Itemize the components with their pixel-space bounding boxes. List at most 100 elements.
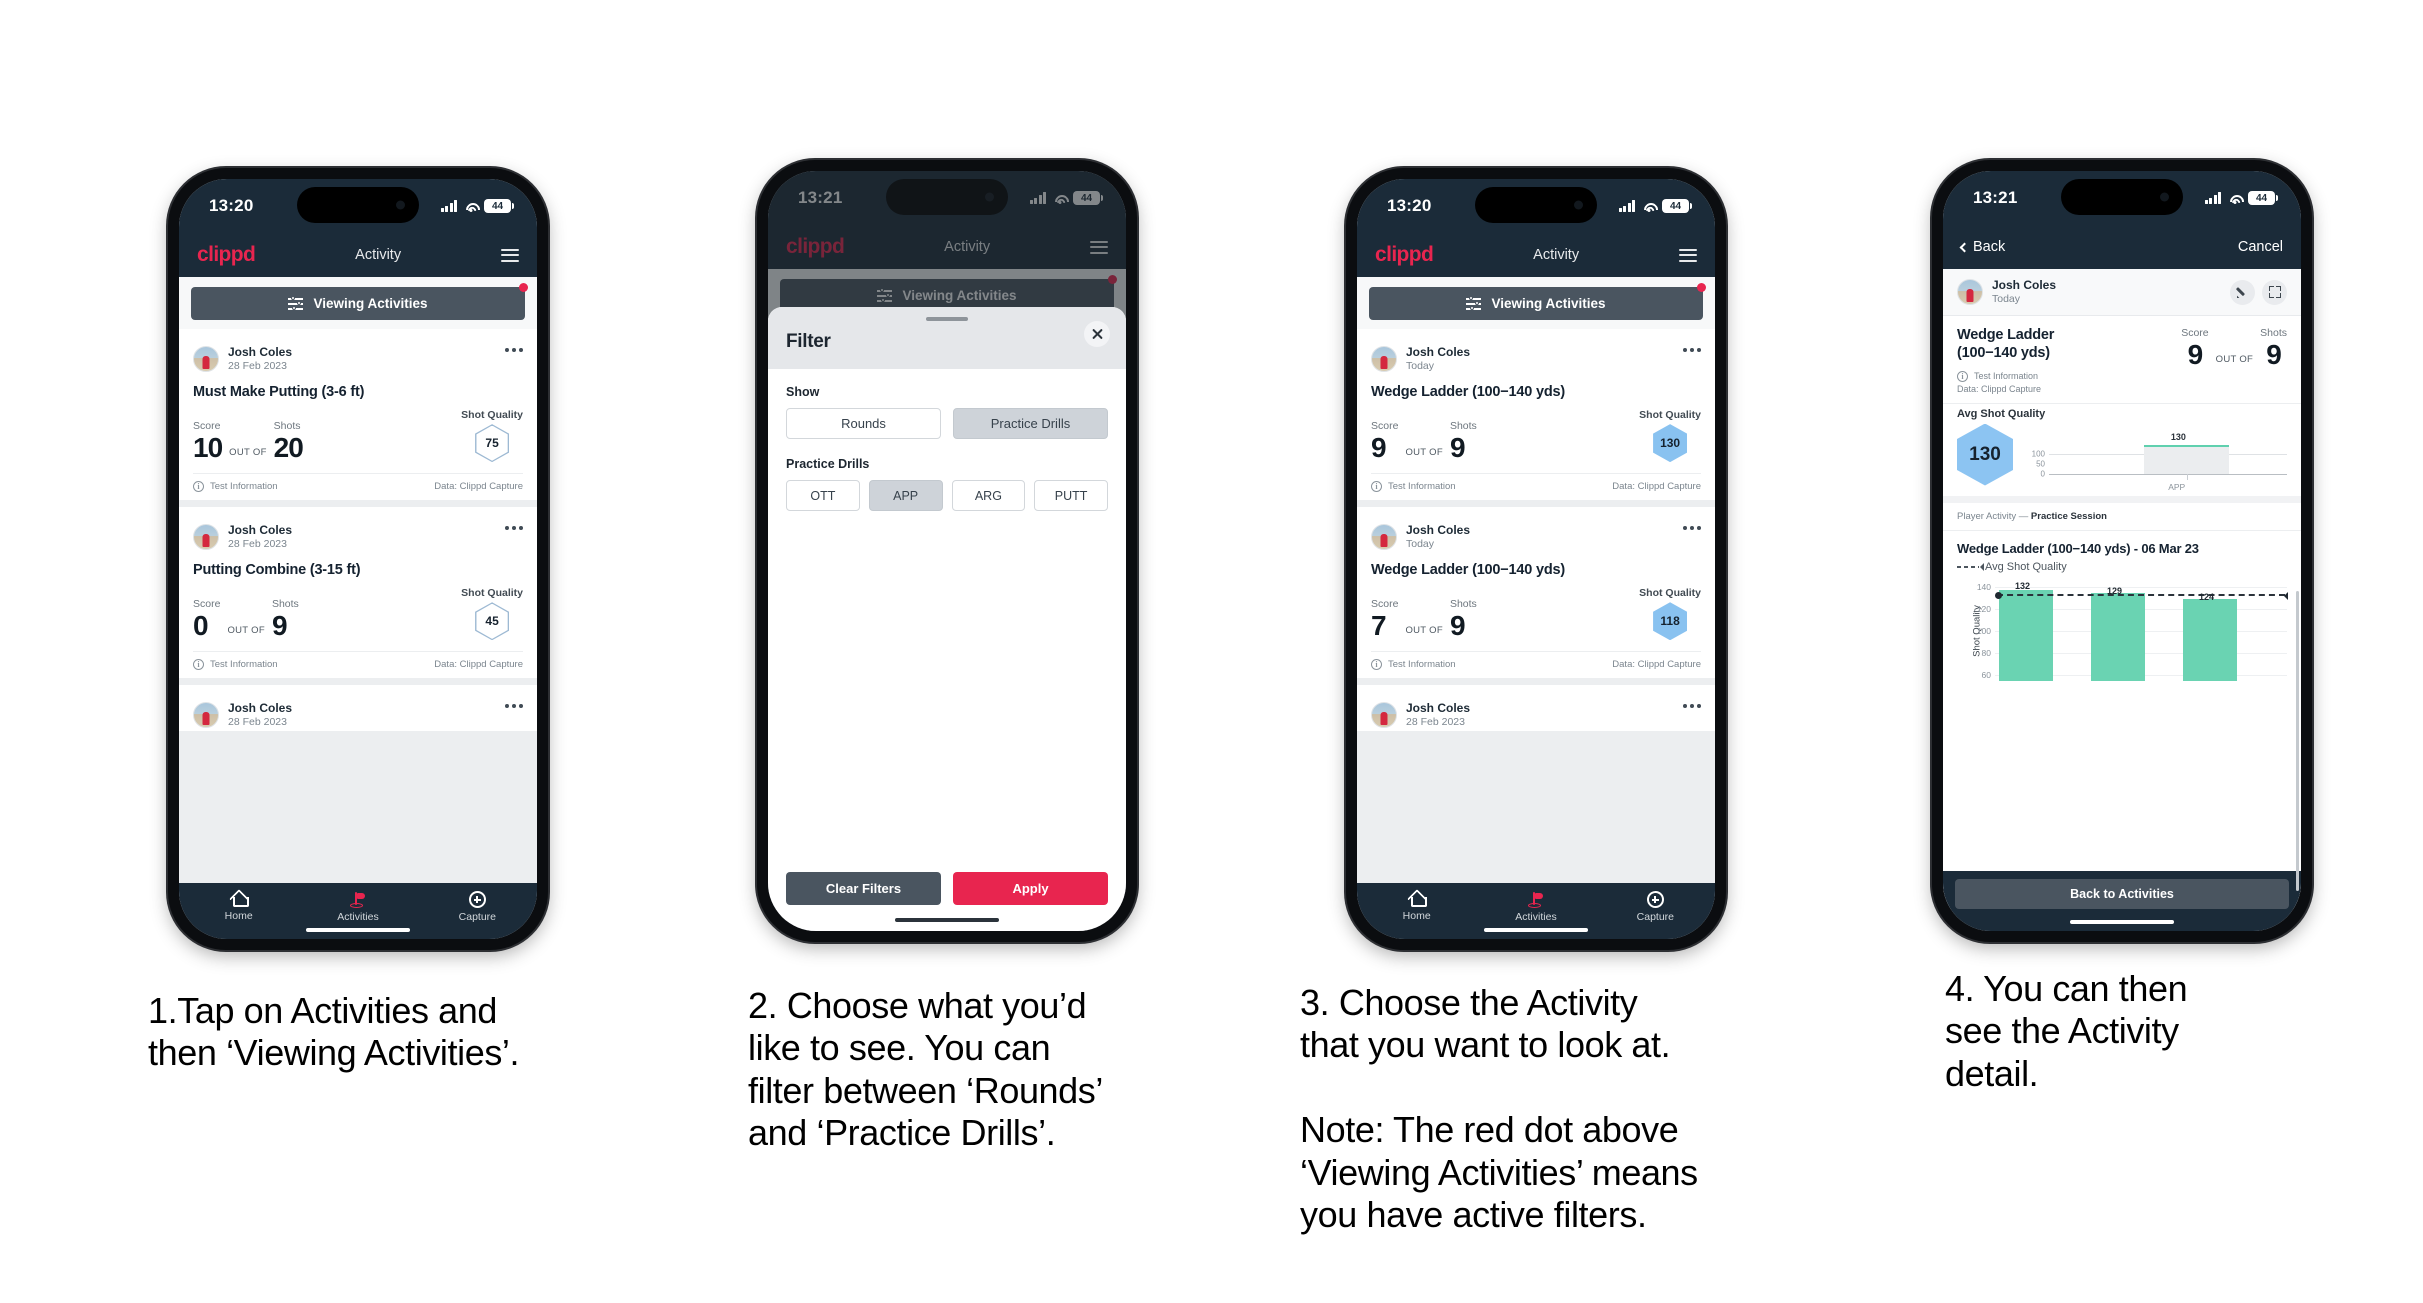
chart-legend: Avg Shot Quality: [1957, 561, 2287, 573]
phone1-app-bar: clippd Activity: [179, 233, 537, 277]
chip-app[interactable]: APP: [868, 480, 943, 511]
apply-button[interactable]: Apply: [953, 872, 1108, 905]
cancel-button[interactable]: Cancel: [2238, 239, 2283, 255]
shots-value: 9: [1449, 610, 1466, 642]
practice-drills-label: Practice Drills: [786, 457, 870, 471]
phone-mockup-3: 13:20 44 clippd Activity Viewing Activit…: [1346, 168, 1726, 950]
info-icon: i: [1371, 481, 1382, 493]
card-overflow-menu-icon[interactable]: [505, 701, 523, 709]
tab-capture-label: Capture: [1636, 911, 1674, 923]
close-icon[interactable]: [1084, 321, 1110, 347]
card-overflow-menu-icon[interactable]: [1683, 523, 1701, 531]
avg-shot-quality-section: Avg Shot Quality 130 100 50 0 130 APP: [1943, 402, 2301, 496]
mini-xtick-app: APP: [2168, 481, 2186, 492]
avatar: [193, 702, 219, 729]
phone4-nav-bar: Back Cancel: [1943, 225, 2301, 269]
segment-practice-drills[interactable]: Practice Drills: [953, 408, 1108, 439]
test-information-label: Test Information: [1388, 481, 1456, 493]
tab-home[interactable]: Home: [1357, 892, 1476, 922]
info-icon: i: [193, 659, 204, 671]
card-overflow-menu-icon[interactable]: [505, 345, 523, 352]
mini-bar-cap: [2144, 444, 2229, 447]
home-icon: [1408, 892, 1427, 907]
user-name: Josh Coles: [1406, 523, 1471, 538]
phone4-status-bar: 13:21 44: [1943, 171, 2301, 225]
phone3-activity-feed[interactable]: Josh Coles Today Wedge Ladder (100−140 y…: [1357, 329, 1715, 883]
data-source-label: Data: Clippd Capture: [1612, 481, 1701, 493]
activity-title: Putting Combine (3-15 ft): [193, 562, 361, 579]
score-stat: Score 9: [1371, 420, 1398, 462]
chip-arg[interactable]: ARG: [951, 480, 1026, 511]
caption-step-3: 3. Choose the Activity that you want to …: [1300, 982, 1698, 1236]
detail-scrollbar[interactable]: [2296, 590, 2299, 891]
filter-sliders-icon: [1466, 295, 1482, 310]
score-label: Score: [193, 420, 221, 433]
home-indicator: [895, 918, 999, 922]
activity-date: 28 Feb 2023: [228, 716, 287, 729]
shots-stat: Shots 9: [2260, 327, 2287, 369]
activity-detail-view[interactable]: Josh Coles Today Wedge Ladder (100−140 y…: [1943, 269, 2301, 909]
tab-activities[interactable]: Activities: [1476, 891, 1595, 923]
activity-card[interactable]: Josh Coles 28 Feb 2023 Putting Combine (…: [179, 507, 537, 679]
expand-button[interactable]: [2262, 279, 2287, 305]
back-button[interactable]: Back: [1959, 239, 2005, 255]
edit-button[interactable]: [2230, 279, 2255, 305]
viewing-activities-button[interactable]: Viewing Activities: [191, 287, 525, 320]
card-user-block: Josh Coles 28 Feb 2023: [228, 523, 292, 551]
tab-capture[interactable]: Capture: [1596, 891, 1715, 923]
tab-activities[interactable]: Activities: [298, 891, 417, 923]
phone-mockup-4: 13:21 44 Back Cancel Josh Coles Today We…: [1932, 160, 2312, 942]
hamburger-icon[interactable]: [501, 248, 519, 262]
card-overflow-menu-icon[interactable]: [1683, 345, 1701, 352]
shot-quality-bar-chart: Shot Quality 140 120 100 80 60 132 129 1…: [1957, 581, 2288, 681]
phone1-viewing-bar-wrap: Viewing Activities: [179, 277, 537, 329]
chart-title: Wedge Ladder (100−140 yds) - 06 Mar 23: [1957, 540, 2199, 556]
viewing-activities-button[interactable]: Viewing Activities: [1369, 287, 1703, 320]
phone1-activity-feed[interactable]: Josh Coles 28 Feb 2023 Must Make Putting…: [179, 329, 537, 883]
card-overflow-menu-icon[interactable]: [505, 523, 523, 531]
show-label: Show: [786, 385, 820, 399]
card-user-block: Josh Coles 28 Feb 2023: [228, 701, 292, 729]
card-stats: Score 9 OUT OF Shots 9 Shot Quality 130: [1371, 402, 1701, 473]
back-to-activities-button[interactable]: Back to Activities: [1955, 879, 2289, 909]
bar-value-3: 124: [2199, 591, 2215, 602]
activity-card[interactable]: Josh Coles 28 Feb 2023: [1357, 685, 1715, 732]
chip-putt[interactable]: PUTT: [1034, 480, 1108, 511]
detail-activity-title: Wedge Ladder (100−140 yds): [1957, 327, 2055, 361]
hamburger-icon[interactable]: [1679, 248, 1697, 262]
practice-drills-chips: OTT APP ARG PUTT: [786, 480, 1108, 511]
tab-activities-label: Activities: [337, 910, 379, 923]
phone-mockup-2: 13:21 44 clippd Activity Viewing Activit…: [757, 160, 1137, 942]
card-header: Josh Coles 28 Feb 2023: [193, 517, 523, 553]
filter-sheet: Filter Show Rounds Practice Drills Pract…: [768, 307, 1126, 931]
plus-circle-icon: [1646, 891, 1664, 908]
sheet-grabber[interactable]: [926, 317, 968, 321]
activity-card[interactable]: Josh Coles Today Wedge Ladder (100−140 y…: [1357, 507, 1715, 679]
card-footer: i Test Information Data: Clippd Capture: [193, 473, 523, 500]
clippd-logo[interactable]: clippd: [1375, 243, 1434, 267]
golf-flag-icon: [349, 891, 366, 908]
clippd-logo[interactable]: clippd: [197, 243, 256, 267]
tab-capture[interactable]: Capture: [418, 891, 537, 923]
activity-card[interactable]: Josh Coles 28 Feb 2023: [179, 685, 537, 732]
chip-ott[interactable]: OTT: [786, 480, 860, 511]
shot-quality-value: 130: [1660, 436, 1681, 451]
clear-filters-button[interactable]: Clear Filters: [786, 872, 941, 905]
fullscreen-icon: [2268, 286, 2281, 299]
filter-sheet-header: Filter: [768, 307, 1126, 369]
tab-home[interactable]: Home: [179, 892, 298, 922]
detail-title-block: Wedge Ladder (100−140 yds) i Test Inform…: [1957, 327, 2055, 394]
shots-stat: Shots 9: [1450, 598, 1477, 640]
card-header: Josh Coles Today: [1371, 339, 1701, 375]
activity-card[interactable]: Josh Coles 28 Feb 2023 Must Make Putting…: [179, 329, 537, 501]
status-indicators: 44: [2204, 191, 2278, 212]
info-icon: i: [1957, 370, 1968, 382]
avg-shot-quality-hexagon: 130: [1957, 423, 2013, 486]
detail-user-block: Josh Coles Today: [1992, 278, 2056, 306]
activity-card[interactable]: Josh Coles Today Wedge Ladder (100−140 y…: [1357, 329, 1715, 501]
segment-rounds[interactable]: Rounds: [786, 408, 941, 439]
home-icon: [230, 892, 249, 907]
card-overflow-menu-icon[interactable]: [1683, 701, 1701, 709]
phone1-status-bar: 13:20 44: [179, 179, 537, 233]
detail-footer: Back to Activities: [1943, 871, 2301, 909]
